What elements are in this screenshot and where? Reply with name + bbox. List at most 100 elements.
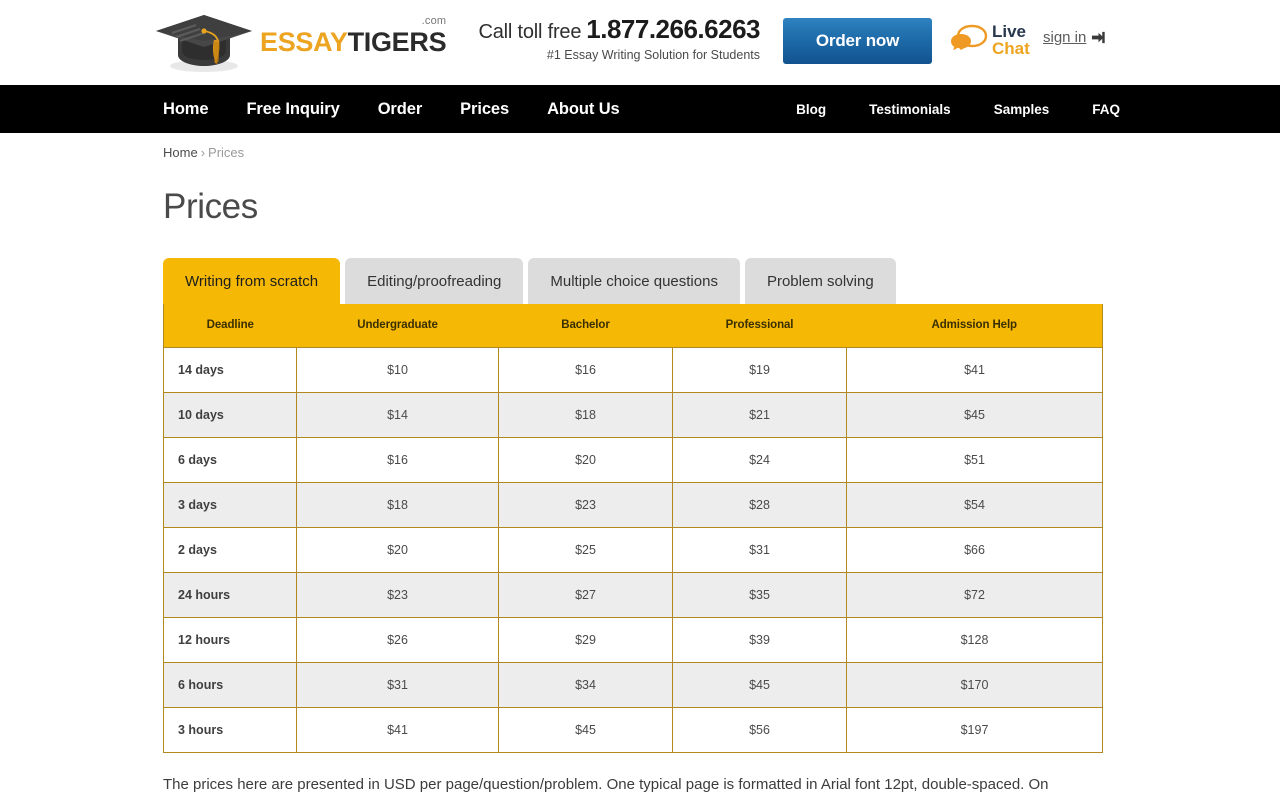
cell-undergraduate: $14 bbox=[296, 391, 499, 437]
column-header-bachelor: Bachelor bbox=[498, 304, 673, 347]
cell-admission-help: $41 bbox=[846, 346, 1103, 392]
cell-admission-help: $51 bbox=[846, 436, 1103, 482]
breadcrumb-home[interactable]: Home bbox=[163, 145, 198, 160]
site-header: .com ESSAYTIGERS Call toll free 1.877.266… bbox=[0, 0, 1280, 85]
cell-professional: $45 bbox=[672, 661, 847, 707]
cell-professional: $19 bbox=[672, 346, 847, 392]
sign-in-link[interactable]: sign in bbox=[1043, 29, 1106, 46]
cell-deadline: 6 days bbox=[163, 436, 297, 482]
order-now-button[interactable]: Order now bbox=[783, 18, 932, 64]
cell-undergraduate: $16 bbox=[296, 436, 499, 482]
breadcrumb-separator: › bbox=[200, 145, 206, 160]
cell-deadline: 3 days bbox=[163, 481, 297, 527]
cell-professional: $56 bbox=[672, 706, 847, 752]
cell-professional: $31 bbox=[672, 526, 847, 572]
tagline: #1 Essay Writing Solution for Students bbox=[546, 48, 760, 62]
cell-undergraduate: $23 bbox=[296, 571, 499, 617]
cell-undergraduate: $41 bbox=[296, 706, 499, 752]
call-label: Call toll free bbox=[478, 21, 582, 43]
nav-item-home[interactable]: Home bbox=[163, 100, 209, 119]
table-row: 2 days $20 $25 $31 $66 bbox=[163, 526, 1103, 572]
cell-undergraduate: $18 bbox=[296, 481, 499, 527]
cell-admission-help: $128 bbox=[846, 616, 1103, 662]
cell-bachelor: $45 bbox=[498, 706, 673, 752]
logo-dotcom: .com bbox=[421, 14, 447, 27]
call-block: Call toll free 1.877.266.6263 #1 Essay Wr… bbox=[478, 14, 760, 62]
price-table-header: Deadline Undergraduate Bachelor Professi… bbox=[163, 304, 1103, 347]
column-header-undergraduate: Undergraduate bbox=[296, 304, 499, 347]
cell-bachelor: $18 bbox=[498, 391, 673, 437]
nav-item-blog[interactable]: Blog bbox=[796, 102, 826, 117]
breadcrumb: Home › Prices bbox=[163, 145, 1280, 160]
page-root: .com ESSAYTIGERS Call toll free 1.877.266… bbox=[0, 0, 1280, 800]
nav-item-prices[interactable]: Prices bbox=[460, 100, 509, 119]
cell-admission-help: $45 bbox=[846, 391, 1103, 437]
cell-deadline: 12 hours bbox=[163, 616, 297, 662]
cell-professional: $35 bbox=[672, 571, 847, 617]
nav-item-faq[interactable]: FAQ bbox=[1092, 102, 1120, 117]
table-row: 14 days $10 $16 $19 $41 bbox=[163, 346, 1103, 392]
cell-deadline: 24 hours bbox=[163, 571, 297, 617]
pricing-note: The prices here are presented in USD per… bbox=[163, 775, 1049, 800]
phone-number[interactable]: 1.877.266.6263 bbox=[586, 14, 760, 44]
logo-essay-text: ESSAY bbox=[260, 26, 348, 57]
tab-editing-proofreading[interactable]: Editing/proofreading bbox=[345, 258, 524, 304]
graduation-cap-icon bbox=[156, 15, 252, 72]
cell-admission-help: $66 bbox=[846, 526, 1103, 572]
cell-professional: $21 bbox=[672, 391, 847, 437]
table-row: 6 days $16 $20 $24 $51 bbox=[163, 436, 1103, 482]
sign-in-label: sign in bbox=[1043, 29, 1087, 46]
cell-deadline: 10 days bbox=[163, 391, 297, 437]
cell-bachelor: $23 bbox=[498, 481, 673, 527]
cell-admission-help: $170 bbox=[846, 661, 1103, 707]
cell-bachelor: $34 bbox=[498, 661, 673, 707]
table-row: 24 hours $23 $27 $35 $72 bbox=[163, 571, 1103, 617]
main-content: Home › Prices Prices Writing from scratch … bbox=[0, 145, 1280, 800]
cell-deadline: 2 days bbox=[163, 526, 297, 572]
pricing-tabs: Writing from scratch Editing/proofreadin… bbox=[163, 258, 1280, 304]
table-row: 3 hours $41 $45 $56 $197 bbox=[163, 706, 1103, 752]
breadcrumb-current: Prices bbox=[208, 145, 245, 160]
cell-bachelor: $29 bbox=[498, 616, 673, 662]
cell-bachelor: $20 bbox=[498, 436, 673, 482]
cell-admission-help: $72 bbox=[846, 571, 1103, 617]
tab-problem-solving[interactable]: Problem solving bbox=[744, 258, 896, 304]
cell-bachelor: $25 bbox=[498, 526, 673, 572]
tab-multiple-choice-questions[interactable]: Multiple choice questions bbox=[528, 258, 740, 304]
nav-item-about-us[interactable]: About Us bbox=[547, 100, 620, 119]
cell-undergraduate: $26 bbox=[296, 616, 499, 662]
logo-tigers-text: TIGERS bbox=[347, 26, 447, 57]
cell-admission-help: $197 bbox=[846, 706, 1103, 752]
cell-bachelor: $16 bbox=[498, 346, 673, 392]
live-chat-line1: Live bbox=[992, 21, 1027, 41]
nav-secondary: Blog Testimonials Samples FAQ bbox=[753, 85, 1120, 133]
table-row: 10 days $14 $18 $21 $45 bbox=[163, 391, 1103, 437]
cell-deadline: 3 hours bbox=[163, 706, 297, 752]
cell-undergraduate: $31 bbox=[296, 661, 499, 707]
logo-wordmark: .com ESSAYTIGERS bbox=[260, 15, 447, 57]
page-title: Prices bbox=[163, 187, 258, 226]
live-chat-button[interactable]: Live Chat bbox=[950, 18, 1030, 62]
cell-professional: $39 bbox=[672, 616, 847, 662]
nav-item-samples[interactable]: Samples bbox=[994, 102, 1050, 117]
nav-item-order[interactable]: Order bbox=[378, 100, 423, 119]
chat-bubble-icon bbox=[951, 24, 988, 51]
site-logo[interactable]: .com ESSAYTIGERS bbox=[152, 8, 447, 76]
cell-admission-help: $54 bbox=[846, 481, 1103, 527]
table-row: 6 hours $31 $34 $45 $170 bbox=[163, 661, 1103, 707]
cell-professional: $24 bbox=[672, 436, 847, 482]
nav-primary: Home Free Inquiry Order Prices About Us bbox=[163, 85, 658, 133]
cell-undergraduate: $10 bbox=[296, 346, 499, 392]
column-header-professional: Professional bbox=[672, 304, 847, 347]
nav-item-free-inquiry[interactable]: Free Inquiry bbox=[246, 100, 339, 119]
nav-item-testimonials[interactable]: Testimonials bbox=[869, 102, 951, 117]
column-header-admission-help: Admission Help bbox=[846, 304, 1103, 347]
live-chat-line2: Chat bbox=[992, 39, 1030, 58]
table-row: 12 hours $26 $29 $39 $128 bbox=[163, 616, 1103, 662]
cell-deadline: 14 days bbox=[163, 346, 297, 392]
cell-undergraduate: $20 bbox=[296, 526, 499, 572]
price-table-body: 14 days $10 $16 $19 $41 10 days $14 $18 … bbox=[163, 346, 1103, 752]
price-table-header-row: Deadline Undergraduate Bachelor Professi… bbox=[163, 304, 1103, 347]
cell-deadline: 6 hours bbox=[163, 661, 297, 707]
tab-writing-from-scratch[interactable]: Writing from scratch bbox=[163, 258, 341, 304]
